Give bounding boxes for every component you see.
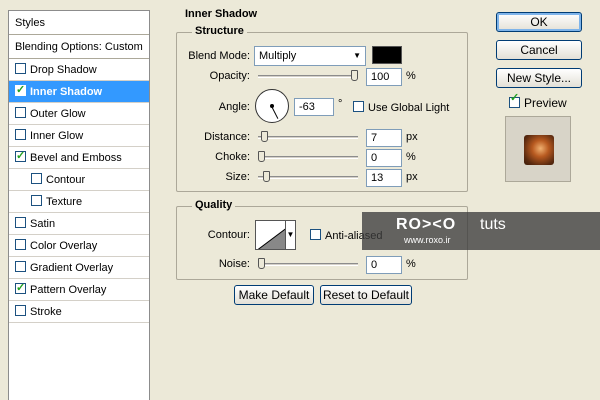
ok-button[interactable]: OK [496, 12, 582, 32]
choke-slider-thumb[interactable] [258, 151, 265, 162]
checkbox-icon[interactable] [15, 63, 26, 74]
style-item-label: Pattern Overlay [30, 284, 107, 296]
style-item-bevel-and-emboss[interactable]: Bevel and Emboss [9, 145, 149, 169]
style-item-label: Stroke [30, 306, 62, 318]
style-item-label: Drop Shadow [30, 64, 97, 76]
watermark-tuts: tuts [480, 216, 506, 233]
choke-input[interactable]: 0 [366, 149, 402, 167]
distance-label: Distance: [204, 131, 250, 143]
style-preview [505, 116, 571, 182]
size-unit: px [406, 171, 418, 183]
styles-header[interactable]: Styles [9, 11, 149, 35]
blending-options-item[interactable]: Blending Options: Custom [9, 35, 149, 59]
angle-dial[interactable] [255, 89, 289, 123]
distance-unit: px [406, 131, 418, 143]
blend-mode-select[interactable]: Multiply ▼ [254, 46, 366, 66]
angle-dial-center [270, 104, 274, 108]
use-global-light-label: Use Global Light [368, 102, 450, 114]
style-item-label: Inner Shadow [30, 86, 103, 98]
contour-label: Contour: [207, 229, 250, 241]
style-item-pattern-overlay[interactable]: Pattern Overlay [9, 277, 149, 301]
structure-legend: Structure [192, 25, 247, 37]
preview-checkbox[interactable]: Preview [509, 91, 567, 110]
watermark: RO><O tuts www.roxo.ir [362, 212, 600, 250]
blend-mode-value: Multiply [259, 50, 297, 62]
noise-slider[interactable] [258, 263, 358, 266]
make-default-button[interactable]: Make Default [234, 285, 314, 305]
checkbox-icon[interactable] [15, 107, 26, 118]
checkbox-icon[interactable] [31, 195, 42, 206]
size-slider[interactable] [258, 176, 358, 179]
checkbox-icon[interactable] [15, 261, 26, 272]
chevron-down-icon: ▼ [286, 230, 295, 239]
noise-input[interactable]: 0 [366, 256, 402, 274]
style-item-contour[interactable]: Contour [9, 169, 149, 191]
style-item-label: Satin [30, 218, 56, 230]
distance-input[interactable]: 7 [366, 129, 402, 147]
distance-slider-thumb[interactable] [260, 131, 268, 142]
distance-slider[interactable] [258, 136, 358, 139]
checkbox-icon [353, 101, 364, 112]
preview-label: Preview [524, 96, 567, 110]
checkbox-icon[interactable] [15, 305, 26, 316]
size-input[interactable]: 13 [366, 169, 402, 187]
noise-slider-thumb[interactable] [258, 258, 265, 269]
style-item-label: Texture [46, 196, 83, 208]
size-label: Size: [225, 171, 250, 183]
quality-legend: Quality [192, 199, 236, 211]
contour-dropdown-button[interactable]: ▼ [285, 220, 296, 250]
opacity-unit: % [406, 70, 416, 82]
style-item-outer-glow[interactable]: Outer Glow [9, 103, 149, 125]
chevron-down-icon: ▼ [353, 51, 361, 60]
preview-swatch [524, 135, 554, 165]
styles-list: Styles Blending Options: Custom Drop Sha… [8, 10, 150, 400]
angle-unit: ° [338, 98, 343, 110]
style-item-label: Inner Glow [30, 130, 84, 142]
style-item-label: Bevel and Emboss [30, 152, 122, 164]
cancel-button[interactable]: Cancel [496, 40, 582, 60]
watermark-url: www.roxo.ir [404, 235, 451, 245]
style-item-gradient-overlay[interactable]: Gradient Overlay [9, 257, 149, 279]
opacity-label: Opacity: [209, 70, 250, 82]
opacity-slider-thumb[interactable] [351, 70, 358, 81]
choke-slider[interactable] [258, 156, 358, 159]
checkbox-icon[interactable] [15, 217, 26, 228]
opacity-slider[interactable] [258, 75, 358, 78]
style-item-label: Gradient Overlay [30, 262, 114, 274]
reset-to-default-button[interactable]: Reset to Default [320, 285, 412, 305]
checkbox-icon[interactable] [15, 239, 26, 250]
checkbox-icon[interactable] [31, 173, 42, 184]
opacity-input[interactable]: 100 [366, 68, 402, 86]
style-item-label: Color Overlay [30, 240, 98, 252]
new-style-button[interactable]: New Style... [496, 68, 582, 88]
choke-label: Choke: [215, 151, 250, 163]
use-global-light-checkbox[interactable]: Use Global Light [353, 101, 449, 114]
style-item-label: Outer Glow [30, 108, 86, 120]
checkbox-icon[interactable] [15, 277, 26, 299]
angle-label: Angle: [218, 101, 250, 113]
style-item-drop-shadow[interactable]: Drop Shadow [9, 59, 149, 81]
style-item-label: Contour [46, 174, 86, 186]
angle-input[interactable]: -63 [294, 98, 334, 116]
choke-unit: % [406, 151, 416, 163]
blend-color-swatch[interactable] [372, 46, 402, 64]
checkbox-icon[interactable] [15, 129, 26, 140]
style-item-color-overlay[interactable]: Color Overlay [9, 235, 149, 257]
style-item-texture[interactable]: Texture [9, 191, 149, 213]
checkbox-icon[interactable] [15, 145, 26, 167]
checkbox-icon [310, 229, 321, 240]
noise-unit: % [406, 258, 416, 270]
checkbox-icon [509, 91, 520, 108]
size-slider-thumb[interactable] [262, 171, 270, 182]
blend-mode-label: Blend Mode: [188, 50, 250, 62]
style-item-inner-shadow[interactable]: Inner Shadow [9, 79, 149, 103]
style-item-stroke[interactable]: Stroke [9, 301, 149, 323]
checkbox-icon[interactable] [15, 79, 26, 101]
panel-title: Inner Shadow [182, 8, 261, 20]
noise-label: Noise: [218, 258, 250, 270]
style-item-satin[interactable]: Satin [9, 213, 149, 235]
style-item-inner-glow[interactable]: Inner Glow [9, 125, 149, 147]
watermark-logo: RO><O [396, 216, 457, 233]
